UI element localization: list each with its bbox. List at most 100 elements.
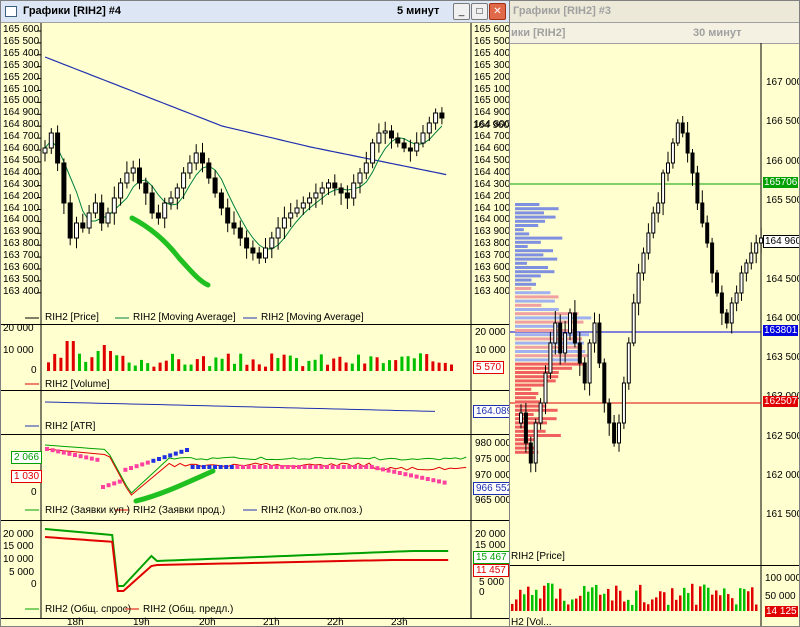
dem-tick-left-4: 0 xyxy=(31,579,37,590)
profile-bar xyxy=(515,257,558,261)
profile-bar xyxy=(515,337,582,341)
volume-bar xyxy=(363,363,367,371)
highlight-stroke-price xyxy=(129,215,211,288)
candle-body xyxy=(124,172,130,184)
volume-bar xyxy=(406,356,410,371)
volume-bar xyxy=(394,360,398,371)
window-3-volume-pane[interactable]: 100 000 50 000 14 125 H2 [Vol... xyxy=(509,565,799,626)
window-3-candle-body xyxy=(602,362,607,404)
volume-pane[interactable]: 20 000 10 000 0 20 000 10 000 5 570 RIH2… xyxy=(1,323,509,391)
window-3-candle-body xyxy=(607,402,612,424)
volume-bar xyxy=(233,363,236,371)
candle-body xyxy=(363,162,369,174)
window-3-volume-bar xyxy=(743,589,746,611)
atr-pane[interactable]: 164.089 RIH2 [ATR] xyxy=(1,391,509,435)
dem-tick-left-1: 15 000 xyxy=(3,541,34,552)
profile-bar xyxy=(515,429,546,433)
window-3-volume-bar xyxy=(519,589,522,611)
price-pane[interactable]: 165 600 165 500 165 400 165 300 165 200 165 1… xyxy=(1,23,510,325)
window-3-titlebar[interactable]: Графики [RIH2] #3 xyxy=(509,1,799,23)
volume-bar xyxy=(84,361,88,371)
price-tick-r-7: 164 900 xyxy=(474,107,510,119)
order-dot xyxy=(67,451,72,456)
candle-body xyxy=(99,202,105,224)
window-3-candle-body xyxy=(710,242,715,274)
volume-bar xyxy=(226,353,230,371)
volume-bar xyxy=(214,357,218,371)
minimize-button[interactable]: _ xyxy=(453,3,470,20)
window-3-volume-bar xyxy=(539,598,542,611)
volume-bar xyxy=(326,364,329,371)
profile-bar xyxy=(515,375,559,379)
profile-bar xyxy=(515,434,561,437)
volume-bar xyxy=(419,353,422,371)
order-dot xyxy=(425,477,430,481)
candle-body xyxy=(200,152,205,164)
price-chart xyxy=(37,23,472,325)
window-3-volume-bar xyxy=(623,601,626,611)
volume-bar xyxy=(251,359,255,371)
profile-bar xyxy=(515,316,592,320)
candle-body xyxy=(439,112,445,119)
window-3-volume-bar xyxy=(707,587,710,611)
window-3-price-tick-6: 164 000 xyxy=(766,312,800,324)
window-3-price-tick-10: 162 000 xyxy=(766,470,800,481)
window-3-volume-bar xyxy=(731,598,734,611)
order-dot xyxy=(392,469,397,474)
price-tick-r-19: 163 700 xyxy=(474,250,510,262)
candle-body xyxy=(181,172,187,189)
profile-bar xyxy=(515,379,556,383)
candle-body xyxy=(275,227,281,239)
order-dot xyxy=(218,465,223,469)
order-dot xyxy=(336,465,341,469)
orders-pane[interactable]: 2 066 1 030 0 980 000 975 000 970 000 96… xyxy=(1,435,510,521)
window-3-candle-body xyxy=(617,422,621,444)
order-dot xyxy=(403,472,408,477)
window-3-candle-body xyxy=(744,262,749,274)
volume-bar xyxy=(307,360,311,371)
price-tick-r-17: 163 900 xyxy=(474,226,510,238)
profile-bar xyxy=(515,387,532,391)
window-4-titlebar[interactable]: Графики [RIH2] #4 5 минут _ □ ✕ xyxy=(1,1,509,23)
order-dot xyxy=(145,460,150,465)
window-3-candle-body xyxy=(695,172,700,204)
chart-window-3[interactable]: Графики [RIH2] #3 ики [RIH2] 30 минут 16… xyxy=(508,0,800,627)
orders-tag-left-2: 1 030 xyxy=(11,470,43,483)
order-dot xyxy=(325,465,329,469)
order-dot xyxy=(134,464,139,469)
vol-tick-left-2: 0 xyxy=(31,365,37,376)
window-3-volume-bar xyxy=(695,604,698,611)
window-3-price-pane[interactable]: 167 000166 500166 000165 500165 000164 5… xyxy=(509,43,800,566)
order-dot xyxy=(291,465,296,469)
candle-body xyxy=(338,187,344,194)
window-3-candle-body xyxy=(700,202,705,224)
demand-supply-pane[interactable]: 20 000 15 000 10 000 5 000 0 20 000 15 0… xyxy=(1,521,509,619)
window-3-candle-body xyxy=(719,292,724,314)
volume-bar xyxy=(264,366,267,371)
candle-body xyxy=(426,122,432,134)
candle-body xyxy=(382,130,388,134)
order-dot xyxy=(347,465,352,469)
close-button[interactable]: ✕ xyxy=(489,3,506,20)
dem-tick-left-0: 20 000 xyxy=(3,529,34,540)
order-dot xyxy=(302,465,307,469)
window-3-price-tick-11: 161 500 xyxy=(766,509,800,521)
window-3-volume-bar xyxy=(615,585,618,611)
profile-bar xyxy=(515,232,530,236)
vol-legend: RIH2 [Volume] xyxy=(45,379,110,390)
profile-bar xyxy=(515,333,590,337)
orders-tick-right-2: 970 000 xyxy=(475,470,510,481)
volume-bar xyxy=(171,353,174,371)
candle-body xyxy=(420,132,426,144)
dem-tick-left-2: 10 000 xyxy=(3,554,34,565)
window-3-price-tick-9: 162 500 xyxy=(766,430,800,442)
volume-bar xyxy=(288,355,292,371)
maximize-button[interactable]: □ xyxy=(471,3,488,20)
window-3-candle-body xyxy=(572,312,577,344)
window-3-volume-bar xyxy=(699,586,702,611)
candle-body xyxy=(269,237,275,249)
price-tick-r-16: 164 000 xyxy=(474,214,510,226)
profile-bar xyxy=(515,228,524,232)
chart-window-4[interactable]: Графики [RIH2] #4 5 минут _ □ ✕ 165 600 1… xyxy=(0,0,510,627)
price-tick-l-18: 163 800 xyxy=(3,238,40,250)
